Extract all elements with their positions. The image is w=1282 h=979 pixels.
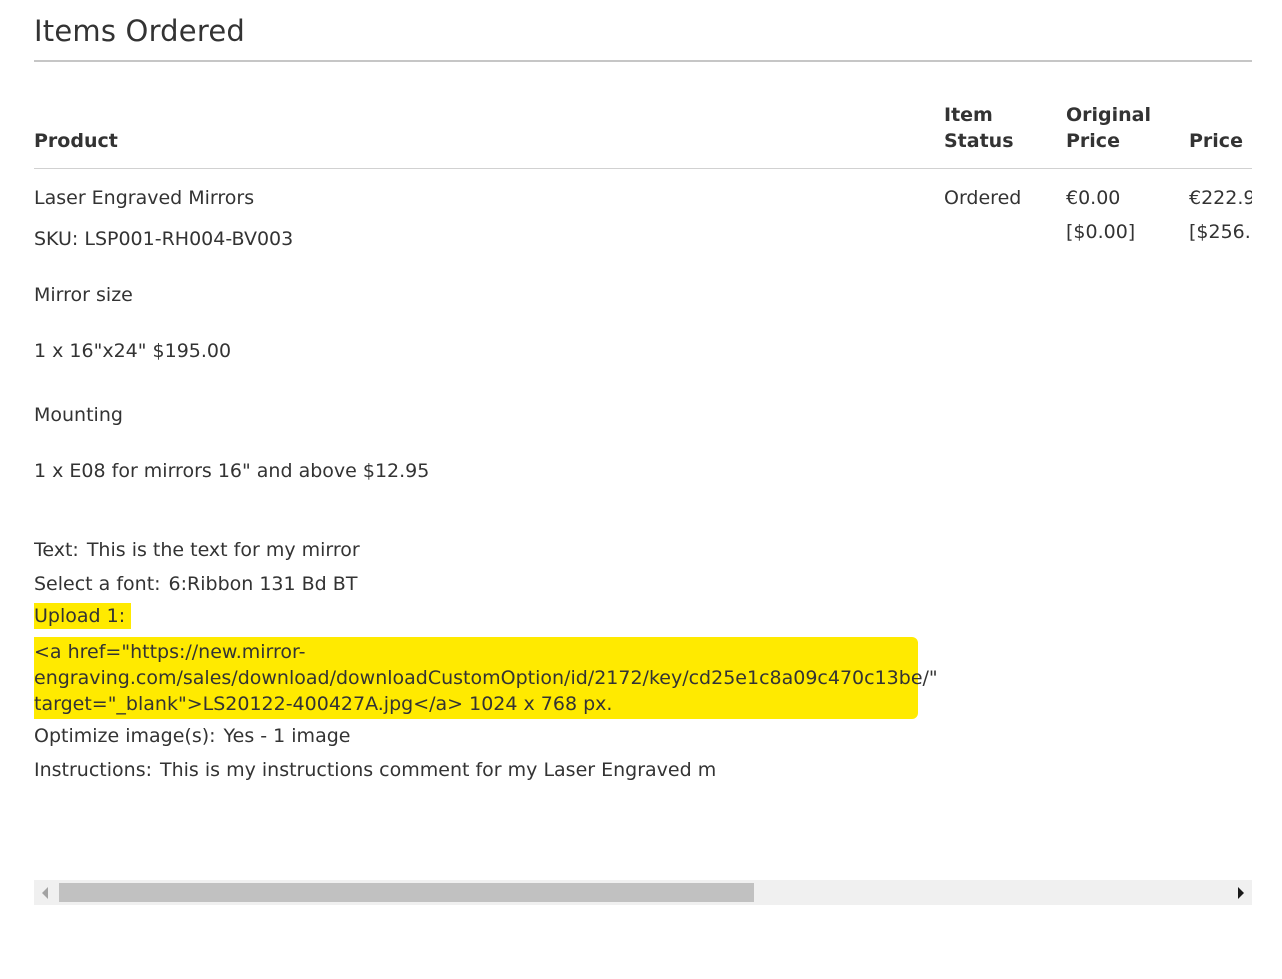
upload-raw-html-value: <a href="https://new.mirror- engraving.c… bbox=[34, 637, 938, 719]
header-item-status: Item Status bbox=[944, 102, 1014, 154]
option-value-mirror-size: 1 x 16"x24" $195.00 bbox=[34, 340, 232, 362]
upload-value-line-2: engraving.com/sales/download/downloadCus… bbox=[34, 667, 938, 689]
header-item-status-line2: Status bbox=[944, 130, 1014, 152]
option-label-mounting: Mounting bbox=[34, 404, 123, 426]
header-price: Price bbox=[1189, 130, 1243, 152]
scrollbar-thumb[interactable] bbox=[59, 883, 754, 902]
header-product: Product bbox=[34, 130, 118, 152]
scroll-left-arrow-icon[interactable] bbox=[42, 887, 48, 899]
custom-option-font: Select a font: 6:Ribbon 131 Bd BT bbox=[34, 571, 357, 597]
upload-value-line-1: <a href="https://new.mirror- bbox=[34, 641, 306, 663]
header-original-price: Original Price bbox=[1066, 102, 1151, 154]
custom-option-font-value: 6:Ribbon 131 Bd BT bbox=[168, 573, 358, 595]
extra-option-instructions: Instructions: This is my instructions com… bbox=[34, 757, 716, 783]
header-original-price-line1: Original bbox=[1066, 104, 1152, 126]
header-divider bbox=[34, 168, 1252, 169]
product-sku: SKU: LSP001-RH004-BV003 bbox=[34, 228, 294, 250]
header-original-price-line2: Price bbox=[1066, 130, 1120, 152]
item-status-value: Ordered bbox=[944, 187, 1022, 209]
custom-option-text-label: Text: bbox=[34, 539, 79, 561]
product-name: Laser Engraved Mirrors bbox=[34, 187, 255, 209]
upload-label: Upload 1: bbox=[34, 603, 132, 629]
custom-option-font-label: Select a font: bbox=[34, 573, 161, 595]
extra-option-optimize-value: Yes - 1 image bbox=[223, 725, 351, 747]
section-title: Items Ordered bbox=[34, 14, 245, 48]
price-base-value: [$256.3 bbox=[1189, 221, 1252, 243]
custom-option-text-value: This is the text for my mirror bbox=[86, 539, 360, 561]
price-value: €222.9 bbox=[1189, 187, 1252, 209]
items-ordered-table[interactable]: Product Item Status Original Price Price… bbox=[34, 62, 1252, 877]
option-value-mounting: 1 x E08 for mirrors 16" and above $12.95 bbox=[34, 460, 430, 482]
horizontal-scrollbar[interactable] bbox=[34, 880, 1252, 905]
header-item-status-line1: Item bbox=[944, 104, 993, 126]
scroll-right-arrow-icon[interactable] bbox=[1238, 887, 1244, 899]
order-items-page: Items Ordered Product Item Status Origin… bbox=[0, 0, 1282, 979]
extra-option-instructions-value: This is my instructions comment for my L… bbox=[160, 759, 717, 781]
original-price-base-value: [$0.00] bbox=[1066, 221, 1136, 243]
upload-value-line-3: target="_blank">LS20122-400427A.jpg</a> … bbox=[34, 693, 613, 715]
custom-option-text: Text: This is the text for my mirror bbox=[34, 537, 360, 563]
option-label-mirror-size: Mirror size bbox=[34, 284, 133, 306]
extra-option-optimize-label: Optimize image(s): bbox=[34, 725, 216, 747]
extra-option-instructions-label: Instructions: bbox=[34, 759, 152, 781]
original-price-value: €0.00 bbox=[1066, 187, 1121, 209]
extra-option-optimize: Optimize image(s): Yes - 1 image bbox=[34, 723, 350, 749]
